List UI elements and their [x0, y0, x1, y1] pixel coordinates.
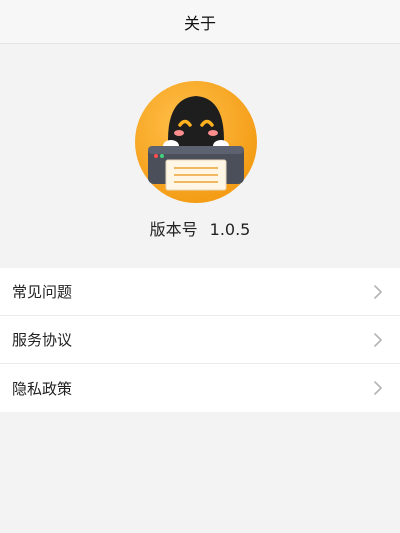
- about-menu: 常见问题 服务协议 隐私政策: [0, 268, 400, 412]
- version-info: 版本号 1.0.5: [0, 216, 400, 240]
- chevron-right-icon: [374, 284, 382, 299]
- app-logo: [134, 80, 258, 204]
- chevron-right-icon: [374, 381, 382, 395]
- menu-item-label: 常见问题: [12, 283, 73, 301]
- version-label: 版本号: [149, 220, 198, 239]
- version-value: 1.0.5: [209, 220, 251, 239]
- menu-item-faq[interactable]: 常见问题: [0, 268, 400, 316]
- page-title: 关于: [183, 13, 216, 33]
- menu-item-label: 服务协议: [12, 331, 73, 349]
- menu-item-label: 隐私政策: [12, 379, 73, 398]
- menu-item-privacy-policy[interactable]: 隐私政策: [0, 364, 400, 412]
- nav-bar: 关于: [0, 0, 400, 44]
- chevron-right-icon: [374, 332, 382, 347]
- menu-item-service-agreement[interactable]: 服务协议: [0, 316, 400, 364]
